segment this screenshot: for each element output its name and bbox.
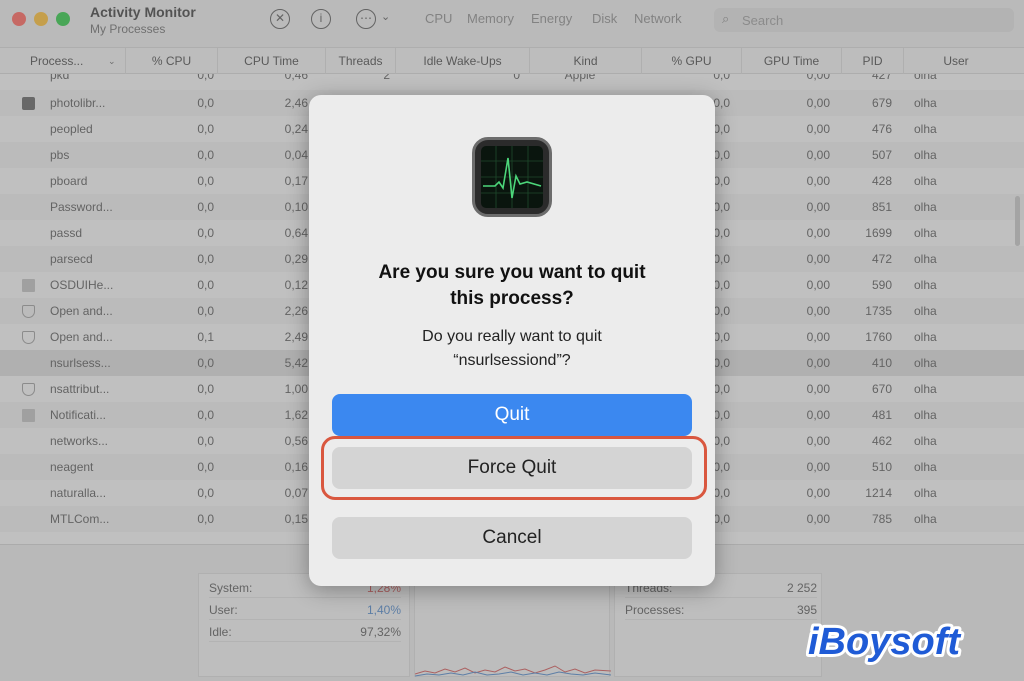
- watermark-text: iBoysoft: [808, 621, 961, 663]
- iboysoft-watermark-logo: iBoysoft iBoysoft: [806, 618, 964, 666]
- dialog-title: Are you sure you want to quit this proce…: [329, 260, 695, 312]
- activity-monitor-app-icon: [472, 137, 552, 217]
- heartbeat-graph-icon: [481, 146, 543, 208]
- dialog-message-line-2: “nsurlsessiond”?: [453, 352, 571, 369]
- dialog-title-line-2: this process?: [450, 288, 574, 309]
- force-quit-button[interactable]: Force Quit: [332, 447, 692, 489]
- cancel-button[interactable]: Cancel: [332, 517, 692, 559]
- dialog-message-line-1: Do you really want to quit: [422, 328, 602, 345]
- dialog-title-line-1: Are you sure you want to quit: [378, 262, 646, 283]
- quit-process-dialog: Are you sure you want to quit this proce…: [309, 95, 715, 586]
- dialog-message: Do you really want to quit “nsurlsession…: [329, 325, 695, 373]
- quit-button[interactable]: Quit: [332, 394, 692, 436]
- app-icon-screen: [481, 146, 543, 208]
